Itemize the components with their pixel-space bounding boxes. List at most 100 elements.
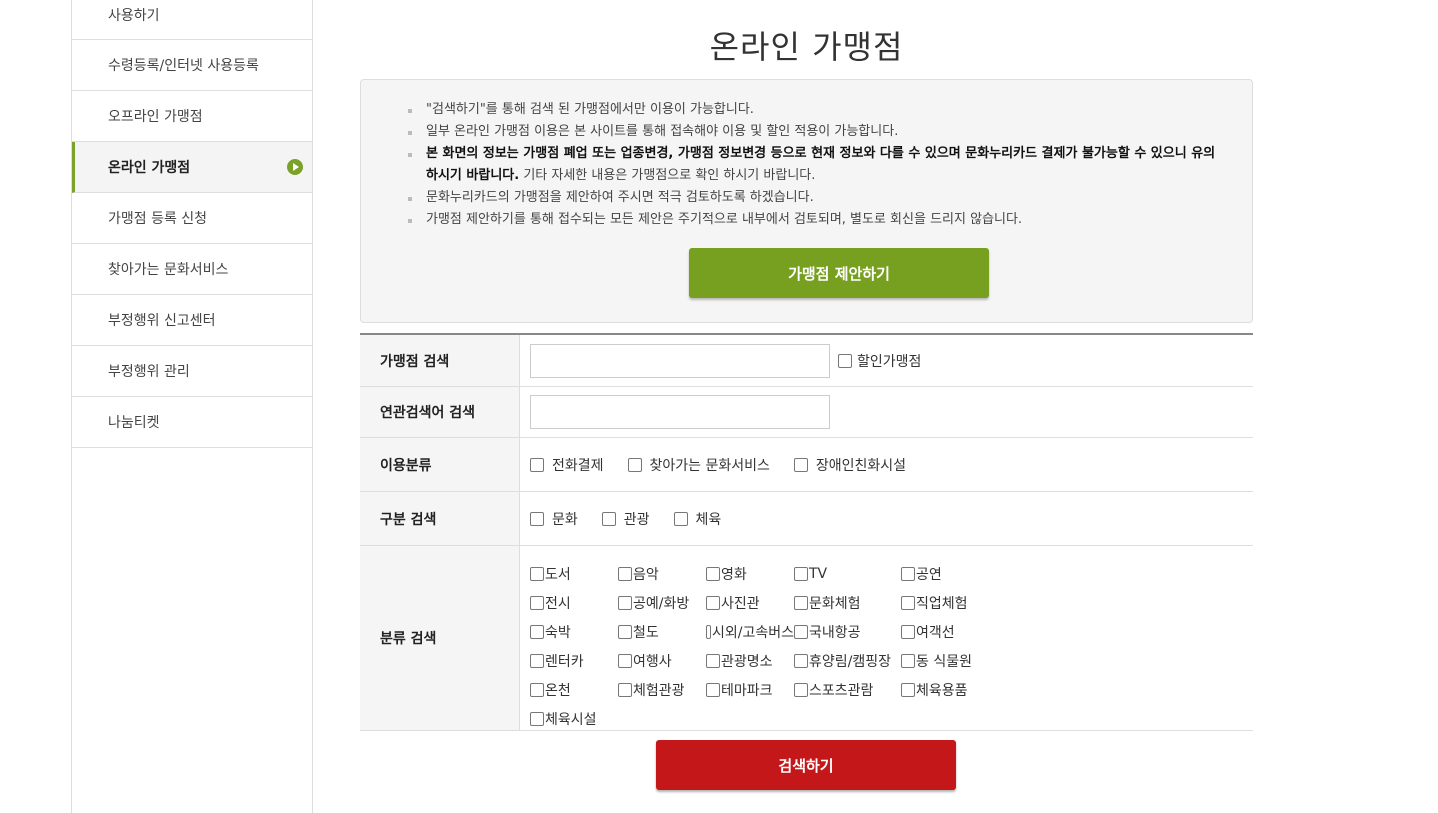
checkbox[interactable]	[794, 654, 808, 668]
sidebar-item-fraud-report[interactable]: 부정행위 신고센터	[72, 295, 312, 346]
checkbox[interactable]	[901, 567, 915, 581]
sidebar-item-fraud-management[interactable]: 부정행위 관리	[72, 346, 312, 397]
category-label: 숙박	[545, 625, 571, 641]
checkbox[interactable]	[706, 596, 720, 610]
checkbox[interactable]	[618, 596, 632, 610]
category-option[interactable]: 영화	[706, 564, 794, 584]
checkbox[interactable]	[618, 625, 632, 639]
checkbox[interactable]	[530, 712, 544, 726]
usage-label: 이용분류	[360, 438, 520, 491]
checkbox[interactable]	[530, 567, 544, 581]
category-label: 체육시설	[545, 712, 597, 728]
checkbox[interactable]	[618, 654, 632, 668]
category-option[interactable]: 철도	[618, 622, 706, 642]
category-label: 분류 검색	[360, 546, 520, 730]
sidebar-item-registration[interactable]: 수령등록/인터넷 사용등록	[72, 40, 312, 91]
category-option[interactable]: 시외/고속버스	[706, 622, 794, 642]
store-search-input[interactable]	[530, 343, 830, 378]
type-option-culture[interactable]: 문화	[530, 509, 578, 529]
category-label: 사진관	[721, 596, 760, 612]
checkbox[interactable]	[706, 625, 711, 639]
checkbox[interactable]	[794, 625, 808, 639]
category-option[interactable]: 관광명소	[706, 651, 794, 671]
checkbox[interactable]	[627, 457, 642, 472]
category-option[interactable]: 사진관	[706, 593, 794, 613]
checkbox[interactable]	[901, 625, 915, 639]
notice-item: 본 화면의 정보는 가맹점 폐업 또는 업종변경, 가맹점 정보변경 등으로 현…	[408, 143, 1226, 187]
sidebar-item-visiting-service[interactable]: 찾아가는 문화서비스	[72, 244, 312, 295]
search-button[interactable]: 검색하기	[656, 740, 956, 790]
discount-store-checkbox[interactable]	[838, 353, 852, 368]
sidebar-item-sharing-ticket[interactable]: 나눔티켓	[72, 397, 312, 448]
category-label: 휴양림/캠핑장	[809, 654, 891, 670]
notice-list: "검색하기"를 통해 검색 된 가맹점에서만 이용이 가능합니다. 일부 온라인…	[408, 99, 1226, 231]
checkbox[interactable]	[530, 457, 544, 472]
checkbox[interactable]	[901, 654, 915, 668]
category-option[interactable]: 체육용품	[901, 680, 1001, 700]
checkbox[interactable]	[618, 567, 632, 581]
type-option-tourism[interactable]: 관광	[601, 509, 650, 529]
category-option[interactable]: 렌터카	[530, 651, 618, 671]
keyword-search-row: 연관검색어 검색	[360, 387, 1253, 438]
notice-box: "검색하기"를 통해 검색 된 가맹점에서만 이용이 가능합니다. 일부 온라인…	[360, 79, 1253, 323]
category-option[interactable]: 온천	[530, 680, 618, 700]
category-option[interactable]: 휴양림/캠핑장	[794, 651, 901, 671]
checkbox[interactable]	[530, 625, 544, 639]
category-option[interactable]: 체육시설	[530, 709, 618, 729]
sidebar-item-use[interactable]: 사용하기	[72, 0, 312, 40]
category-label: 테마파크	[721, 683, 773, 699]
category-option[interactable]: TV	[794, 564, 901, 584]
main-content: 온라인 가맹점 "검색하기"를 통해 검색 된 가맹점에서만 이용이 가능합니다…	[360, 0, 1253, 790]
category-option[interactable]: 공연	[901, 564, 1001, 584]
category-option[interactable]: 여행사	[618, 651, 706, 671]
checkbox[interactable]	[601, 511, 616, 526]
category-label: 공예/화방	[633, 596, 690, 612]
notice-warning-rest: 기타 자세한 내용은 가맹점으로 확인 하시기 바랍니다.	[519, 168, 816, 183]
category-option[interactable]: 직업체험	[901, 593, 1001, 613]
sidebar-item-online-stores[interactable]: 온라인 가맹점	[72, 142, 312, 193]
checkbox[interactable]	[530, 596, 544, 610]
type-option-sports[interactable]: 체육	[673, 509, 721, 529]
checkbox[interactable]	[794, 596, 808, 610]
category-option[interactable]: 동 식물원	[901, 651, 1001, 671]
checkbox[interactable]	[673, 511, 688, 526]
sidebar-item-offline-stores[interactable]: 오프라인 가맹점	[72, 91, 312, 142]
category-label: 체험관광	[633, 683, 685, 699]
checkbox[interactable]	[901, 596, 915, 610]
checkbox[interactable]	[618, 683, 632, 697]
checkbox[interactable]	[706, 683, 720, 697]
checkbox[interactable]	[794, 683, 808, 697]
checkbox[interactable]	[530, 683, 544, 697]
category-label: 철도	[633, 625, 659, 641]
page-title: 온라인 가맹점	[709, 28, 904, 66]
usage-option-visiting-service[interactable]: 찾아가는 문화서비스	[627, 455, 770, 475]
category-option[interactable]: 숙박	[530, 622, 618, 642]
sidebar-item-store-application[interactable]: 가맹점 등록 신청	[72, 193, 312, 244]
category-option[interactable]: 전시	[530, 593, 618, 613]
checkbox[interactable]	[794, 567, 808, 581]
category-option[interactable]: 국내항공	[794, 622, 901, 642]
usage-option-phone-payment[interactable]: 전화결제	[530, 455, 604, 475]
category-label: 스포츠관람	[809, 683, 874, 699]
usage-option-accessible[interactable]: 장애인친화시설	[793, 455, 906, 475]
suggest-store-button[interactable]: 가맹점 제안하기	[689, 248, 989, 298]
category-label: 전시	[545, 596, 571, 612]
checkbox[interactable]	[530, 654, 544, 668]
category-option[interactable]: 체험관광	[618, 680, 706, 700]
keyword-search-input[interactable]	[530, 395, 830, 429]
checkbox[interactable]	[706, 567, 720, 581]
category-option[interactable]: 공예/화방	[618, 593, 706, 613]
checkbox[interactable]	[901, 683, 915, 697]
category-option[interactable]: 음악	[618, 564, 706, 584]
checkbox[interactable]	[530, 511, 544, 526]
category-option[interactable]: 스포츠관람	[794, 680, 901, 700]
category-option[interactable]: 도서	[530, 564, 618, 584]
category-option[interactable]: 테마파크	[706, 680, 794, 700]
category-option[interactable]: 문화체험	[794, 593, 901, 613]
discount-store-checkbox-option[interactable]: 할인가맹점	[838, 351, 921, 371]
category-label: 동 식물원	[916, 654, 972, 670]
notice-item: 일부 온라인 가맹점 이용은 본 사이트를 통해 접속해야 이용 및 할인 적용…	[408, 121, 1226, 143]
category-option[interactable]: 여객선	[901, 622, 1001, 642]
checkbox[interactable]	[793, 457, 808, 472]
checkbox[interactable]	[706, 654, 720, 668]
